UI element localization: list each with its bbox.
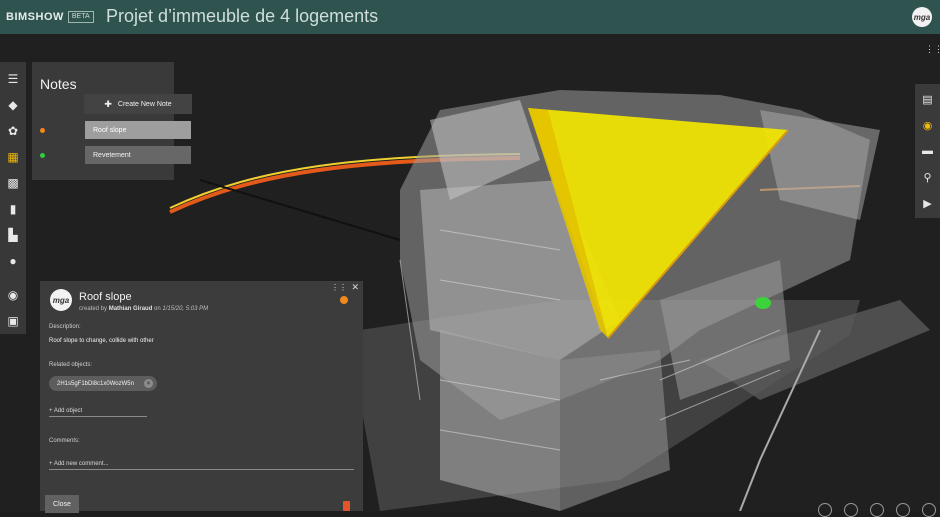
- user-avatar[interactable]: mga: [912, 7, 932, 27]
- note-item-revetement[interactable]: Revetement: [40, 146, 192, 166]
- note-label[interactable]: Roof slope: [85, 121, 191, 139]
- objects-icon[interactable]: ✿: [0, 118, 26, 144]
- related-objects-label: Related objects:: [49, 362, 93, 368]
- trash-icon[interactable]: [343, 501, 350, 511]
- note-status-dot: [40, 128, 45, 133]
- add-object-input[interactable]: + Add object: [49, 408, 147, 417]
- play-icon[interactable]: ●: [0, 248, 26, 274]
- ruler-icon[interactable]: ▬: [915, 138, 940, 164]
- remove-chip-icon[interactable]: ✕: [144, 379, 153, 388]
- left-toolbar: ☰ ◆ ✿ ▦ ▩ ▮ ▙ ● ◉ ▣: [0, 62, 26, 334]
- more-options-icon[interactable]: ⋮⋮: [925, 45, 940, 54]
- notes-panel: Notes ✚ Create New Note Roof slope Revet…: [32, 62, 192, 180]
- right-toolbar: ▤ ◉ ▬ ⚲ ▶: [915, 84, 940, 218]
- note-detail-panel: mga Roof slope created by Mathian Giraud…: [40, 281, 363, 513]
- notes-title: Notes: [40, 76, 77, 92]
- create-note-label: Create New Note: [117, 100, 172, 108]
- drag-handle-icon[interactable]: ⋮⋮: [331, 283, 347, 292]
- note-date: 1/15/20, 5:03 PM: [162, 306, 209, 312]
- location-pin-icon[interactable]: ⚲: [915, 164, 940, 190]
- comments-label: Comments:: [49, 438, 80, 444]
- notes-icon[interactable]: ▦: [0, 144, 26, 170]
- bimshow-logo[interactable]: BIMSHOW BETA: [6, 6, 94, 28]
- related-object-id: 2H1s5gF1bDl8c1x0WozW5n: [57, 380, 134, 387]
- list-icon[interactable]: ☰: [0, 66, 26, 92]
- note-item-roof-slope[interactable]: Roof slope: [40, 121, 192, 141]
- logo-text: BIMSHOW: [6, 11, 64, 23]
- description-label: Description:: [49, 324, 81, 330]
- note-title: Roof slope: [79, 291, 132, 303]
- related-object-chip[interactable]: 2H1s5gF1bDl8c1x0WozW5n ✕: [49, 376, 157, 391]
- zoom-icon[interactable]: [844, 503, 858, 517]
- note-label[interactable]: Revetement: [85, 146, 191, 164]
- gallery-icon[interactable]: ▣: [0, 308, 26, 334]
- create-note-button[interactable]: ✚ Create New Note: [84, 94, 192, 114]
- note-status-dot: [40, 153, 45, 158]
- image-icon[interactable]: ▩: [0, 170, 26, 196]
- note-status-dot[interactable]: [340, 296, 348, 304]
- close-button[interactable]: Close: [45, 495, 79, 513]
- layers-icon[interactable]: ◆: [0, 92, 26, 118]
- view-controls: [818, 503, 936, 517]
- author-avatar: mga: [50, 289, 72, 311]
- add-comment-input[interactable]: + Add new comment...: [49, 461, 354, 470]
- note-meta: created by Mathian Giraud on 1/15/20, 5:…: [79, 306, 209, 312]
- note-author: Mathian Giraud: [108, 306, 153, 312]
- home-icon[interactable]: [896, 503, 910, 517]
- beta-badge: BETA: [67, 11, 94, 23]
- tag-icon[interactable]: ▮: [0, 196, 26, 222]
- paint-roller-icon[interactable]: ▙: [0, 222, 26, 248]
- search-icon[interactable]: [870, 503, 884, 517]
- project-title: Projet d’immeuble de 4 logements: [106, 6, 379, 26]
- fullscreen-icon[interactable]: [818, 503, 832, 517]
- eye-icon[interactable]: ◉: [915, 112, 940, 138]
- add-note-icon: ✚: [104, 98, 112, 109]
- settings-icon[interactable]: [922, 503, 936, 517]
- camera-icon[interactable]: ◉: [0, 282, 26, 308]
- close-icon[interactable]: ✕: [351, 282, 359, 293]
- app-header: BIMSHOW BETA Projet d’immeuble de 4 loge…: [0, 0, 940, 34]
- description-text: Roof slope to change, collide with other: [49, 338, 154, 344]
- document-icon[interactable]: ▤: [915, 86, 940, 112]
- play-icon[interactable]: ▶: [915, 190, 940, 216]
